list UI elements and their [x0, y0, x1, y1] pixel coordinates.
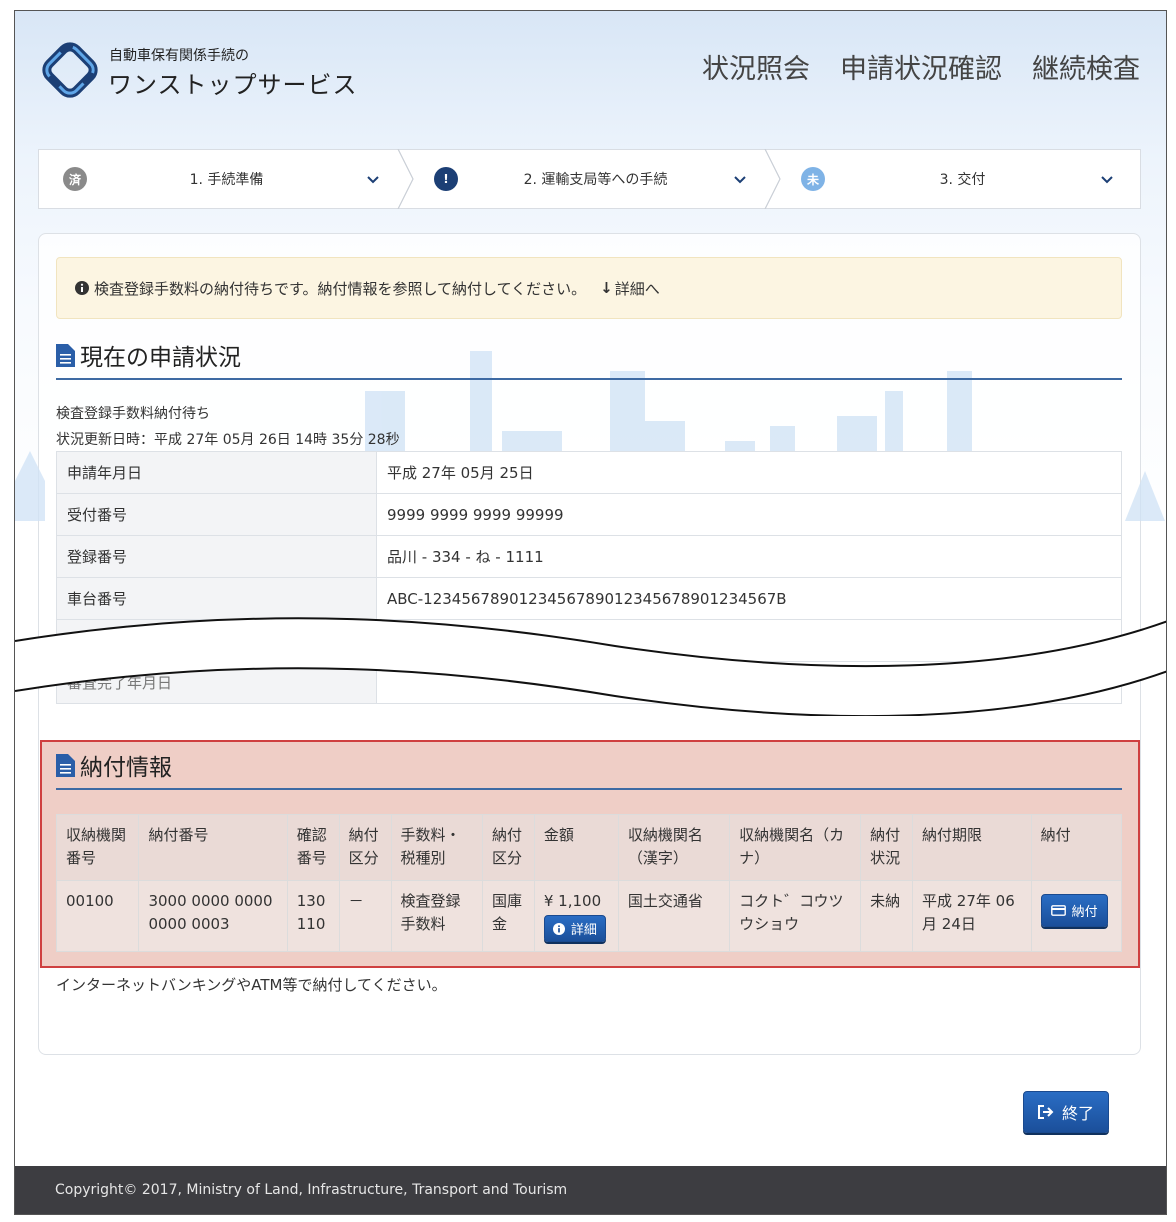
col-header: 納付状況 — [860, 814, 914, 881]
detail-button[interactable]: 詳細 — [543, 915, 606, 942]
step-2[interactable]: ! 2. 運輸支局等への手続 — [406, 149, 781, 209]
table-row: 00100 3000 0000 0000 0000 0003 130110 － … — [55, 880, 1123, 952]
page-frame: 自動車保有関係手続の ワンストップサービス 状況照会 申請状況確認 継続検査 済… — [14, 10, 1167, 1215]
step-label: 2. 運輸支局等への手続 — [523, 172, 668, 188]
cell-fee-type: 検査登録手数料 — [390, 880, 483, 952]
cell-pay-action: 納付 — [1030, 880, 1123, 952]
top-nav: 状況照会 申請状況確認 継続検査 — [702, 47, 1140, 86]
pay-button-label: 納付 — [1071, 905, 1098, 920]
brand-subtitle: 自動車保有関係手続の — [109, 48, 249, 64]
credit-card-icon — [1050, 905, 1066, 916]
torn-edge-decoration — [15, 617, 1166, 716]
col-header: 確認番号 — [286, 814, 340, 881]
footer: Copyright© 2017, Ministry of Land, Infra… — [15, 1166, 1166, 1214]
row-key: 申請年月日 — [56, 451, 377, 494]
end-button-label: 終了 — [1062, 1104, 1095, 1123]
row-key: 受付番号 — [56, 493, 377, 536]
row-value: 平成 27年 05月 25日 — [376, 451, 1122, 494]
brand-title: ワンストップサービス — [108, 71, 358, 99]
cell-pay-no: 3000 0000 0000 0000 0003 — [138, 880, 288, 952]
cell-org-kanji: 国土交通省 — [617, 880, 731, 952]
step-done-badge: 済 — [63, 167, 87, 191]
step-1[interactable]: 済 1. 手続準備 — [39, 149, 414, 209]
col-header: 収納機関名（カナ） — [729, 814, 862, 881]
table-row: 登録番号 品川 - 334 - ね - 1111 — [56, 535, 1122, 578]
alert-detail-link[interactable]: 詳細へ — [615, 278, 660, 299]
row-value: 9999 9999 9999 99999 — [376, 493, 1122, 536]
document-icon — [56, 343, 75, 367]
detail-button-label: 詳細 — [570, 923, 597, 938]
table-row: 車台番号 ABC-1234567890123456789012345678901… — [56, 577, 1122, 620]
cell-pay-kubun: － — [338, 880, 392, 952]
col-header: 納付番号 — [138, 814, 288, 881]
status-updated: 状況更新日時：平成 27年 05月 26日 14時 35分 28秒 — [56, 432, 400, 448]
cell-deadline: 平成 27年 06月 24日 — [912, 880, 1032, 952]
row-value: ABC-123456789012345678901234567890123456… — [376, 577, 1122, 620]
sign-out-icon — [1038, 1105, 1054, 1119]
cell-confirm-no: 130110 — [286, 880, 340, 952]
amount-value: ¥ 1,100 — [543, 892, 602, 910]
table-row: 申請年月日 平成 27年 05月 25日 — [56, 451, 1122, 494]
col-header: 収納機関名（漢字） — [617, 814, 731, 881]
step-pending-badge: 未 — [801, 167, 825, 191]
col-header: 納付区分 — [338, 814, 392, 881]
alert-text: 検査登録手数料の納付待ちです。納付情報を参照して納付してください。 — [94, 279, 587, 298]
chevron-down-icon — [734, 176, 746, 184]
arrow-down-icon: ↓ — [600, 279, 613, 297]
status-line: 検査登録手数料納付待ち — [56, 406, 210, 422]
col-header: 納付期限 — [912, 814, 1032, 881]
copyright-text: Copyright© 2017, Ministry of Land, Infra… — [55, 1182, 568, 1198]
cell-kubun2: 国庫金 — [481, 880, 535, 952]
cell-amount: ¥ 1,100 詳細 — [533, 880, 619, 952]
info-icon — [75, 281, 89, 295]
payment-title-text: 納付情報 — [80, 755, 172, 781]
payment-section-title: 納付情報 — [56, 748, 1122, 790]
table-row: 受付番号 9999 9999 9999 99999 — [56, 493, 1122, 536]
info-icon — [552, 922, 565, 935]
payment-note: インターネットバンキングやATM等で納付してください。 — [56, 976, 447, 994]
col-header: 金額 — [533, 814, 619, 881]
row-key: 車台番号 — [56, 577, 377, 620]
cell-org-no: 00100 — [55, 880, 140, 952]
row-key: 登録番号 — [56, 535, 377, 578]
col-header: 納付区分 — [481, 814, 535, 881]
step-alert-badge: ! — [434, 167, 458, 191]
end-button[interactable]: 終了 — [1023, 1091, 1110, 1133]
row-value: 品川 - 334 - ね - 1111 — [376, 535, 1122, 578]
step-3[interactable]: 未 3. 交付 — [773, 150, 1140, 208]
cell-org-kana: コクト゛コウツウショウ — [729, 880, 862, 952]
step-label: 3. 交付 — [939, 172, 986, 188]
step-separator — [764, 149, 781, 209]
document-icon — [56, 753, 75, 777]
status-section-title: 現在の申請状況 — [56, 338, 1122, 380]
payment-table: 収納機関番号 納付番号 確認番号 納付区分 手数料・税種別 納付区分 金額 収納… — [55, 814, 1123, 952]
chevron-down-icon — [1101, 176, 1113, 184]
table-header-row: 収納機関番号 納付番号 確認番号 納付区分 手数料・税種別 納付区分 金額 収納… — [55, 814, 1123, 881]
chevron-down-icon — [367, 176, 379, 184]
progress-stepper: 済 1. 手続準備 ! 2. 運輸支局等への手続 未 3. 交付 — [38, 149, 1141, 209]
nav-continuous-inspection[interactable]: 継続検査 — [1032, 47, 1140, 86]
cell-status: 未納 — [860, 880, 914, 952]
status-title-text: 現在の申請状況 — [80, 345, 241, 371]
payment-pending-alert: 検査登録手数料の納付待ちです。納付情報を参照して納付してください。 ↓ 詳細へ — [56, 257, 1122, 319]
pay-button[interactable]: 納付 — [1040, 894, 1108, 927]
nav-application-status[interactable]: 申請状況確認 — [840, 47, 1002, 86]
step-separator — [397, 149, 414, 209]
nav-status-inquiry[interactable]: 状況照会 — [702, 47, 810, 86]
col-header: 手数料・税種別 — [390, 814, 483, 881]
logo-icon — [42, 42, 98, 98]
col-header: 納付 — [1030, 814, 1123, 881]
col-header: 収納機関番号 — [55, 814, 140, 881]
step-label: 1. 手続準備 — [189, 172, 264, 188]
